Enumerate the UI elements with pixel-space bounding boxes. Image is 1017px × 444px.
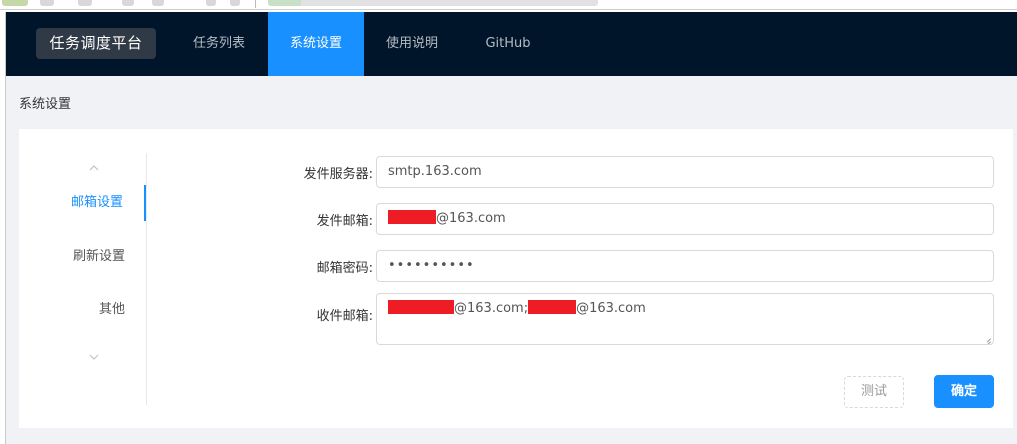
tab-mail-settings[interactable]: 邮箱设置 xyxy=(59,185,146,221)
sender-email-input[interactable]: @163.com xyxy=(376,203,994,235)
tab-other[interactable]: 其他 xyxy=(59,292,146,328)
browser-favicon-icon xyxy=(2,0,28,6)
app-window: 任务调度平台 任务列表 系统设置 使用说明 GitHub 系统设置 邮箱设置 刷… xyxy=(5,12,1017,444)
toolbar-divider xyxy=(255,0,256,8)
forward-icon[interactable] xyxy=(78,0,92,6)
brand-logo[interactable]: 任务调度平台 xyxy=(36,28,156,59)
address-bar[interactable] xyxy=(268,0,598,6)
chevron-down-icon[interactable] xyxy=(89,352,99,362)
nav-item-github[interactable]: GitHub xyxy=(460,12,556,76)
menu-icon[interactable] xyxy=(230,0,240,6)
test-button[interactable]: 测试 xyxy=(844,376,904,408)
password-label: 邮箱密码: xyxy=(316,261,373,276)
chevron-up-icon[interactable] xyxy=(89,163,99,173)
settings-card: 邮箱设置 刷新设置 其他 发件服务器: smtp.163.com 发件邮箱: @… xyxy=(19,129,1013,428)
recipients-textarea[interactable]: @163.com; @163.com xyxy=(376,293,994,345)
nav-item-system-settings[interactable]: 系统设置 xyxy=(268,12,364,76)
sender-email-label: 发件邮箱: xyxy=(316,214,373,229)
bookmark-icon[interactable] xyxy=(206,0,216,6)
recipient-suffix-1: @163.com; xyxy=(454,301,529,316)
page-title: 系统设置 xyxy=(19,97,72,112)
smtp-server-value: smtp.163.com xyxy=(388,164,482,179)
home-icon[interactable] xyxy=(152,0,164,6)
redacted-block xyxy=(388,300,454,314)
recipient-suffix-2: @163.com xyxy=(576,301,646,316)
confirm-button[interactable]: 确定 xyxy=(934,375,994,408)
resize-handle-icon[interactable] xyxy=(983,334,991,342)
back-icon[interactable] xyxy=(40,0,54,6)
redacted-block xyxy=(388,210,436,224)
nav-item-usage-guide[interactable]: 使用说明 xyxy=(364,12,460,76)
smtp-server-label: 发件服务器: xyxy=(303,167,373,182)
redacted-block xyxy=(528,300,577,314)
sender-email-suffix: @163.com xyxy=(436,211,506,226)
top-navigation: 任务调度平台 任务列表 系统设置 使用说明 GitHub xyxy=(6,12,1017,76)
smtp-server-input[interactable]: smtp.163.com xyxy=(376,156,994,188)
reload-icon[interactable] xyxy=(122,0,134,6)
recipients-label: 收件邮箱: xyxy=(316,309,373,324)
tab-refresh-settings[interactable]: 刷新设置 xyxy=(59,239,146,275)
settings-side-tabs: 邮箱设置 刷新设置 其他 xyxy=(59,153,147,405)
browser-chrome-strip xyxy=(0,0,1017,10)
nav-item-task-list[interactable]: 任务列表 xyxy=(171,12,267,76)
password-input[interactable]: •••••••••• xyxy=(376,250,994,282)
password-mask: •••••••••• xyxy=(388,258,475,273)
